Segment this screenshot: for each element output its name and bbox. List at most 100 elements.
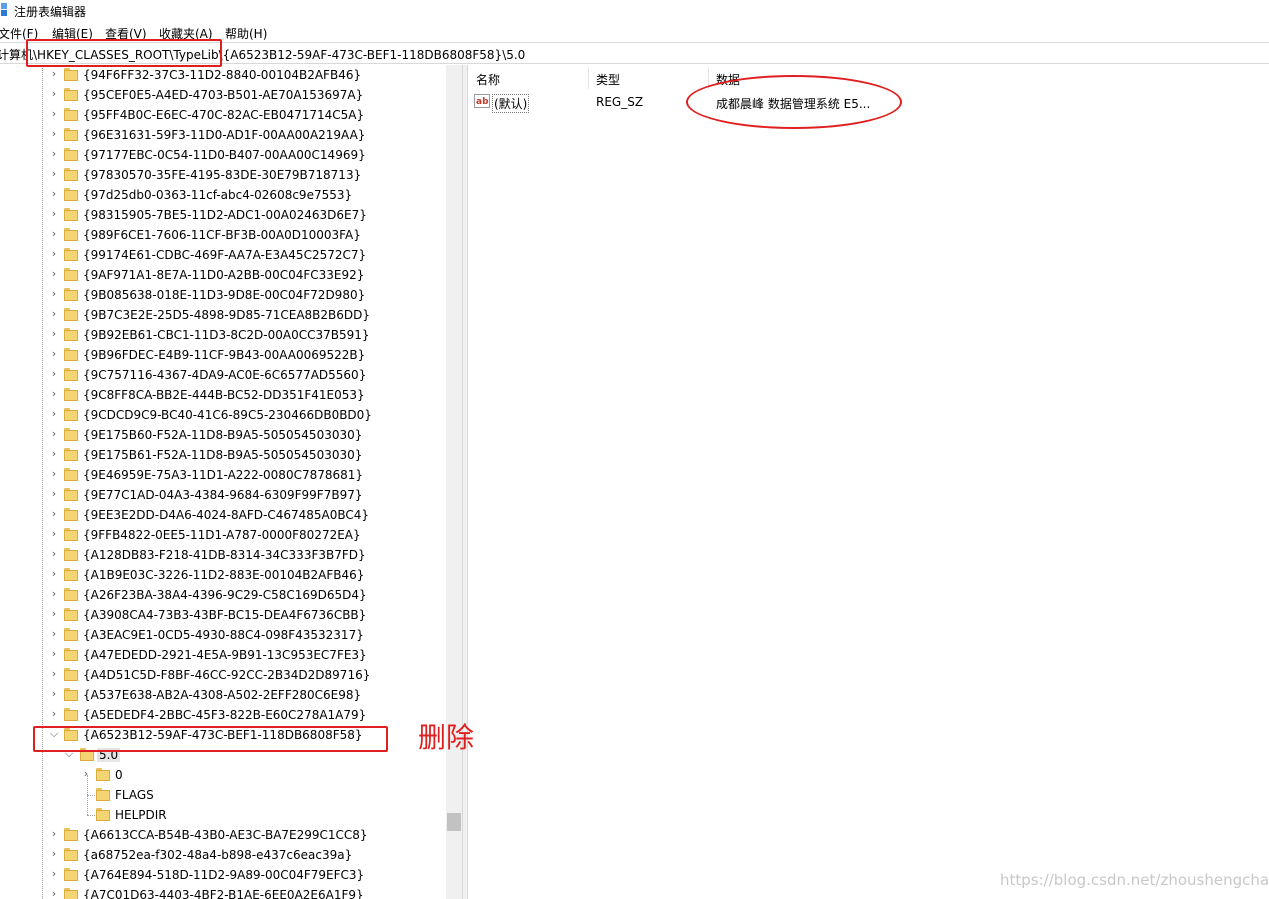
folder-icon	[96, 808, 110, 821]
tree-item[interactable]: › {97d25db0-0363-11cf-abc4-02608c9e7553}	[0, 185, 446, 205]
tree-item[interactable]: › {97830570-35FE-4195-83DE-30E79B718713}	[0, 165, 446, 185]
tree-item-child[interactable]: FLAGS	[0, 785, 446, 805]
chevron-right-icon[interactable]: ›	[49, 228, 59, 239]
tree-item[interactable]: › {94F6FF32-37C3-11D2-8840-00104B2AFB46}	[0, 65, 446, 85]
tree-guide-line	[87, 795, 95, 796]
tree-item[interactable]: › {A4D51C5D-F8BF-46CC-92CC-2B34D2D89716}	[0, 665, 446, 685]
chevron-right-icon[interactable]: ›	[49, 248, 59, 259]
tree-item[interactable]: › {9B92EB61-CBC1-11D3-8C2D-00A0CC37B591}	[0, 325, 446, 345]
tree-item[interactable]: › {9E175B61-F52A-11D8-B9A5-505054503030}	[0, 445, 446, 465]
tree-item[interactable]: › {95CEF0E5-A4ED-4703-B501-AE70A153697A}	[0, 85, 446, 105]
tree-item[interactable]: › {A26F23BA-38A4-4396-9C29-C58C169D65D4}	[0, 585, 446, 605]
chevron-right-icon[interactable]: ›	[49, 568, 59, 579]
chevron-right-icon[interactable]: ›	[49, 368, 59, 379]
tree-item-child[interactable]: HELPDIR	[0, 805, 446, 825]
chevron-right-icon[interactable]: ›	[49, 188, 59, 199]
folder-icon	[64, 108, 78, 121]
annotation-box-address	[26, 39, 222, 67]
tree-item[interactable]: › {9E46959E-75A3-11D1-A222-0080C7878681}	[0, 465, 446, 485]
column-separator[interactable]	[588, 67, 589, 89]
column-header-name[interactable]: 名称	[476, 71, 500, 88]
chevron-right-icon[interactable]: ›	[49, 268, 59, 279]
value-type: REG_SZ	[596, 95, 644, 109]
tree-item[interactable]: › {95FF4B0C-E6EC-470C-82AC-EB0471714C5A}	[0, 105, 446, 125]
tree-item[interactable]: › {9C757116-4367-4DA9-AC0E-6C6577AD5560}	[0, 365, 446, 385]
tree-node-label: {9C757116-4367-4DA9-AC0E-6C6577AD5560}	[83, 368, 367, 382]
column-header-type[interactable]: 类型	[596, 71, 620, 88]
chevron-right-icon[interactable]: ›	[49, 528, 59, 539]
tree-item[interactable]: › {98315905-7BE5-11D2-ADC1-00A02463D6E7}	[0, 205, 446, 225]
chevron-right-icon[interactable]: ›	[49, 648, 59, 659]
chevron-right-icon[interactable]: ›	[49, 828, 59, 839]
chevron-right-icon[interactable]: ›	[49, 68, 59, 79]
chevron-right-icon[interactable]: ›	[49, 348, 59, 359]
registry-tree[interactable]: › {94F6FF32-37C3-11D2-8840-00104B2AFB46} ›…	[0, 65, 446, 899]
chevron-right-icon[interactable]: ›	[49, 408, 59, 419]
folder-icon	[64, 248, 78, 261]
tree-item[interactable]: › {A3EAC9E1-0CD5-4930-88C4-098F43532317}	[0, 625, 446, 645]
chevron-right-icon[interactable]: ›	[49, 628, 59, 639]
chevron-right-icon[interactable]: ›	[49, 88, 59, 99]
value-name[interactable]: (默认)	[492, 94, 530, 113]
chevron-right-icon[interactable]: ›	[49, 468, 59, 479]
chevron-right-icon[interactable]: ›	[49, 308, 59, 319]
tree-item[interactable]: › {989F6CE1-7606-11CF-BF3B-00A0D10003FA}	[0, 225, 446, 245]
chevron-right-icon[interactable]: ›	[49, 708, 59, 719]
values-list[interactable]: 名称 类型 数据 ab (默认) REG_SZ 成都晨峰 数据管理系统 E5..…	[468, 65, 1269, 899]
chevron-right-icon[interactable]: ›	[49, 208, 59, 219]
chevron-right-icon[interactable]: ›	[49, 588, 59, 599]
tree-item[interactable]: › {9E77C1AD-04A3-4384-9684-6309F99F7B97}	[0, 485, 446, 505]
tree-item[interactable]: › {9E175B60-F52A-11D8-B9A5-505054503030}	[0, 425, 446, 445]
tree-item[interactable]: › {9AF971A1-8E7A-11D0-A2BB-00C04FC33E92}	[0, 265, 446, 285]
tree-item[interactable]: › {A764E894-518D-11D2-9A89-00C04F79EFC3}	[0, 865, 446, 885]
tree-item[interactable]: › {A7C01D63-4403-4BF2-B1AE-6EE0A2E6A1F9}	[0, 885, 446, 899]
tree-item[interactable]: › {9B7C3E2E-25D5-4898-9D85-71CEA8B2B6DD}	[0, 305, 446, 325]
chevron-right-icon[interactable]: ›	[49, 868, 59, 879]
tree-item-child[interactable]: › 0	[0, 765, 446, 785]
tree-item[interactable]: › {9EE3E2DD-D4A6-4024-8AFD-C467485A0BC4}	[0, 505, 446, 525]
chevron-right-icon[interactable]: ›	[49, 668, 59, 679]
chevron-right-icon[interactable]: ›	[49, 488, 59, 499]
chevron-right-icon[interactable]: ›	[49, 548, 59, 559]
chevron-right-icon[interactable]: ›	[49, 288, 59, 299]
tree-node-label: {9AF971A1-8E7A-11D0-A2BB-00C04FC33E92}	[83, 268, 365, 282]
tree-item[interactable]: › {97177EBC-0C54-11D0-B407-00AA00C14969}	[0, 145, 446, 165]
tree-item[interactable]: › {A47EDEDD-2921-4E5A-9B91-13C953EC7FE3}	[0, 645, 446, 665]
tree-item[interactable]: › {A537E638-AB2A-4308-A502-2EFF280C6E98}	[0, 685, 446, 705]
chevron-right-icon[interactable]: ›	[49, 688, 59, 699]
chevron-right-icon[interactable]: ›	[49, 848, 59, 859]
scrollbar-thumb[interactable]	[447, 813, 461, 831]
chevron-right-icon[interactable]: ›	[49, 428, 59, 439]
tree-node-label: {94F6FF32-37C3-11D2-8840-00104B2AFB46}	[83, 68, 362, 82]
folder-icon	[64, 268, 78, 281]
tree-item[interactable]: › {9B96FDEC-E4B9-11CF-9B43-00AA0069522B}	[0, 345, 446, 365]
chevron-right-icon[interactable]: ›	[81, 768, 91, 779]
tree-item[interactable]: › {A1B9E03C-3226-11D2-883E-00104B2AFB46}	[0, 565, 446, 585]
chevron-right-icon[interactable]: ›	[49, 508, 59, 519]
tree-item[interactable]: › {9FFB4822-0EE5-11D1-A787-0000F80272EA}	[0, 525, 446, 545]
tree-item[interactable]: › {A5EDEDF4-2BBC-45F3-822B-E60C278A1A79}	[0, 705, 446, 725]
tree-item[interactable]: › {9B085638-018E-11D3-9D8E-00C04F72D980}	[0, 285, 446, 305]
string-value-icon: ab	[474, 94, 490, 108]
tree-node-label: {9CDCD9C9-BC40-41C6-89C5-230466DB0BD0}	[83, 408, 372, 422]
chevron-right-icon[interactable]: ›	[49, 448, 59, 459]
chevron-right-icon[interactable]: ›	[49, 128, 59, 139]
tree-scrollbar[interactable]	[446, 65, 462, 899]
tree-node-label: {9EE3E2DD-D4A6-4024-8AFD-C467485A0BC4}	[83, 508, 370, 522]
tree-item[interactable]: › {9CDCD9C9-BC40-41C6-89C5-230466DB0BD0}	[0, 405, 446, 425]
tree-item[interactable]: › {99174E61-CDBC-469F-AA7A-E3A45C2572C7}	[0, 245, 446, 265]
tree-item[interactable]: › {a68752ea-f302-48a4-b898-e437c6eac39a}	[0, 845, 446, 865]
chevron-right-icon[interactable]: ›	[49, 148, 59, 159]
tree-item[interactable]: › {A3908CA4-73B3-43BF-BC15-DEA4F6736CBB}	[0, 605, 446, 625]
chevron-right-icon[interactable]: ›	[49, 388, 59, 399]
chevron-right-icon[interactable]: ›	[49, 608, 59, 619]
chevron-right-icon[interactable]: ›	[49, 888, 59, 899]
chevron-right-icon[interactable]: ›	[49, 168, 59, 179]
tree-item[interactable]: › {A6613CCA-B54B-43B0-AE3C-BA7E299C1CC8}	[0, 825, 446, 845]
chevron-right-icon[interactable]: ›	[49, 328, 59, 339]
tree-item[interactable]: › {96E31631-59F3-11D0-AD1F-00AA00A219AA}	[0, 125, 446, 145]
menu-help[interactable]: 帮助(H)	[225, 25, 267, 42]
tree-item[interactable]: › {A128DB83-F218-41DB-8314-34C333F3B7FD}	[0, 545, 446, 565]
tree-item[interactable]: › {9C8FF8CA-BB2E-444B-BC52-DD351F41E053}	[0, 385, 446, 405]
chevron-right-icon[interactable]: ›	[49, 108, 59, 119]
